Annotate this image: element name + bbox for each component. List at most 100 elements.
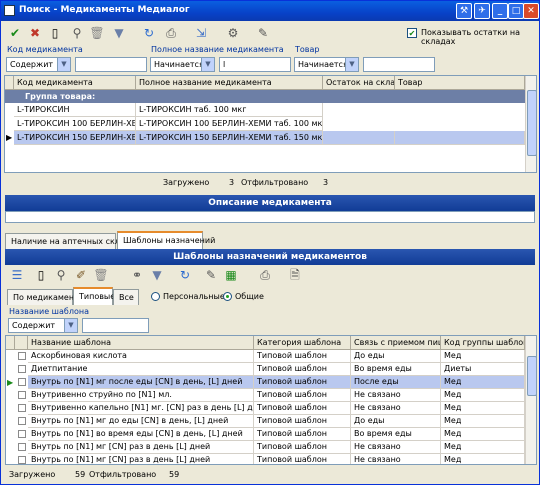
table-cell[interactable]: После еды	[351, 376, 441, 389]
table-cell[interactable]: Не связано	[351, 441, 441, 454]
table-cell[interactable]: Типовой шаблон	[254, 402, 351, 415]
row-checkbox[interactable]	[18, 430, 26, 438]
row-checkbox[interactable]	[18, 443, 26, 451]
close-button[interactable]: ✕	[523, 3, 539, 19]
table-cell[interactable]: L-ТИРОКСИН	[14, 103, 136, 117]
excel-icon[interactable]: ▦	[223, 267, 239, 283]
table-cell[interactable]: Не связано	[351, 454, 441, 464]
subtab-typical[interactable]: Типовые	[73, 287, 115, 305]
radio-personal[interactable]	[151, 292, 160, 301]
scroll-thumb[interactable]	[527, 90, 536, 156]
column-header[interactable]: Код группы шаблонов	[441, 336, 525, 350]
row-checkbox[interactable]	[18, 391, 26, 399]
table-cell[interactable]: Не связано	[351, 402, 441, 415]
table-cell[interactable]: Типовой шаблон	[254, 389, 351, 402]
table-cell[interactable]: Аскорбиновая кислота	[28, 350, 254, 363]
table-cell[interactable]: Внутривенно капельно [N1] мг. [CN] раз в…	[28, 402, 254, 415]
table-cell[interactable]: Мед	[441, 402, 525, 415]
table-cell[interactable]: Типовой шаблон	[254, 454, 351, 464]
table-cell[interactable]: Во время еды	[351, 363, 441, 376]
table-cell[interactable]: Внутрь по [N1] мг [CN] раз в день [L] дн…	[28, 441, 254, 454]
code-mode-select[interactable]: Содержит ▼	[6, 57, 71, 72]
row-checkbox[interactable]	[18, 352, 26, 360]
vertical-scrollbar[interactable]	[525, 76, 536, 172]
column-header[interactable]: Связь с приемом пищи	[351, 336, 441, 350]
table-cell[interactable]: До еды	[351, 415, 441, 428]
binoculars-icon[interactable]: ⚭	[129, 267, 145, 283]
table-cell[interactable]: L-ТИРОКСИН 100 БЕРЛИН-ХЕМИ	[14, 117, 136, 131]
column-header[interactable]: Код медикамента	[14, 76, 136, 90]
table-cell[interactable]: Мед	[441, 415, 525, 428]
selected-table-cell[interactable]: L-ТИРОКСИН 150 БЕРЛИН-ХЕМИ	[14, 131, 136, 145]
table-cell[interactable]: L-ТИРОКСИН 100 БЕРЛИН-ХЕМИ таб. 100 мкг	[136, 117, 323, 131]
table-cell[interactable]: Типовой шаблон	[254, 428, 351, 441]
table-cell[interactable]: Типовой шаблон	[254, 415, 351, 428]
goods-mode-select[interactable]: Начинается ▼	[294, 57, 359, 72]
filter-icon[interactable]: ▼	[149, 267, 165, 283]
row-checkbox[interactable]	[18, 378, 26, 386]
table-cell[interactable]: Мед	[441, 376, 525, 389]
row-checkbox[interactable]	[18, 365, 26, 373]
tab-templates[interactable]: Шаблоны назначений	[117, 231, 215, 249]
table-cell[interactable]: Внутрь по [N1] мг [CN] раз в день [L] дн…	[28, 454, 254, 464]
tab-stock[interactable]: Наличие на аптечных складах	[5, 233, 140, 249]
table-cell[interactable]: Диеты	[441, 363, 525, 376]
table-cell[interactable]: Мед	[441, 350, 525, 363]
cancel-icon[interactable]: ✖	[27, 25, 43, 41]
export-icon[interactable]: ⇲	[193, 25, 209, 41]
table-cell[interactable]: Типовой шаблон	[254, 441, 351, 454]
group-row[interactable]: Группа товара:	[5, 90, 525, 103]
name-mode-select[interactable]: Начинается ▼	[150, 57, 215, 72]
column-header[interactable]: Название шаблона	[28, 336, 254, 350]
table-cell[interactable]: Типовой шаблон	[254, 350, 351, 363]
table-cell[interactable]: Типовой шаблон	[254, 363, 351, 376]
row-checkbox[interactable]	[18, 456, 26, 464]
column-header[interactable]: Полное название медикамента	[136, 76, 323, 90]
search-icon[interactable]: ⚲	[69, 25, 85, 41]
minimize-button[interactable]: _	[492, 3, 508, 19]
refresh-icon[interactable]: ↻	[141, 25, 157, 41]
description-field[interactable]	[5, 211, 535, 223]
table-cell[interactable]: Диетпитание	[28, 363, 254, 376]
print-icon[interactable]: ⎙	[257, 267, 273, 283]
code-input[interactable]	[75, 57, 147, 72]
table-cell[interactable]: Мед	[441, 441, 525, 454]
row-checkbox[interactable]	[18, 404, 26, 412]
table-cell[interactable]: L-ТИРОКСИН таб. 100 мкг	[136, 103, 323, 117]
template-name-input[interactable]	[82, 318, 149, 333]
edit-icon[interactable]: ✎	[203, 267, 219, 283]
scroll-thumb[interactable]	[527, 356, 536, 396]
delete-icon[interactable]: 🗑	[93, 267, 109, 283]
pin-icon[interactable]: ✈	[474, 3, 490, 19]
table-cell[interactable]: Внутрь по [N1] мг до еды [CN] в день, [L…	[28, 415, 254, 428]
new-icon[interactable]: ▯	[47, 25, 63, 41]
table-cell[interactable]: Не связано	[351, 389, 441, 402]
table-cell[interactable]: Внутривенно струйно по [N1] мл.	[28, 389, 254, 402]
table-cell[interactable]: Типовой шаблон	[254, 376, 351, 389]
table-cell[interactable]: Внутрь по [N1] мг после еды [CN] в день,…	[28, 376, 254, 389]
table-cell[interactable]: До еды	[351, 350, 441, 363]
name-input[interactable]: l	[219, 57, 291, 72]
selected-table-cell[interactable]	[395, 131, 525, 145]
list-icon[interactable]: ☰	[9, 267, 25, 283]
maximize-button[interactable]: □	[508, 3, 524, 19]
settings-icon[interactable]: ⚙	[225, 25, 241, 41]
vertical-scrollbar[interactable]	[525, 336, 536, 464]
search-icon[interactable]: ⚲	[53, 267, 69, 283]
table-cell[interactable]: Внутрь по [N1] во время еды [CN] в день,…	[28, 428, 254, 441]
filter-icon[interactable]: ▼	[111, 25, 127, 41]
delete-icon[interactable]: 🗑	[89, 25, 105, 41]
doc-icon[interactable]: 🗎	[287, 267, 303, 283]
table-cell[interactable]: Во время еды	[351, 428, 441, 441]
column-header[interactable]: Остаток на складе	[323, 76, 395, 90]
show-stock-checkbox[interactable]: ✔	[407, 28, 417, 38]
print-icon[interactable]: ⎙	[163, 25, 179, 41]
selected-table-cell[interactable]	[323, 131, 395, 145]
template-mode-select[interactable]: Содержит ▼	[8, 318, 78, 333]
subtab-all[interactable]: Все	[113, 289, 139, 305]
radio-common[interactable]	[223, 292, 232, 301]
edit-icon[interactable]: ✎	[255, 25, 271, 41]
row-checkbox[interactable]	[18, 417, 26, 425]
subtab-by-medicine[interactable]: По медикаменту	[7, 289, 83, 305]
ok-icon[interactable]: ✔	[7, 25, 23, 41]
